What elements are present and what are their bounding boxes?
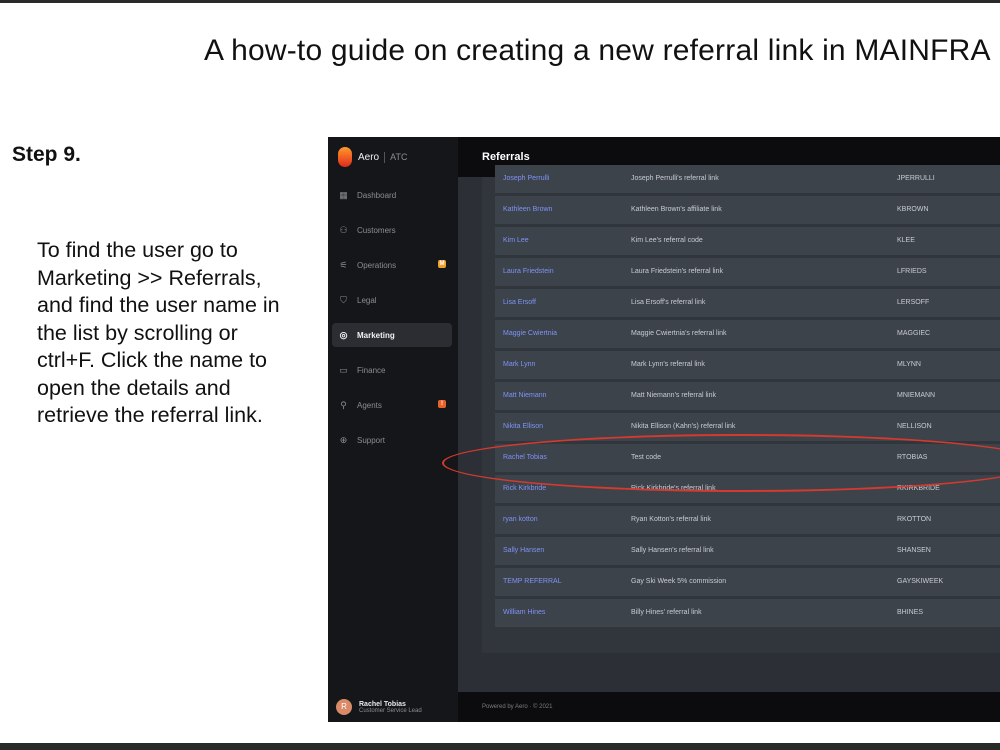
sidebar-item-customers[interactable]: ⚇ Customers bbox=[332, 218, 452, 242]
user-role: Customer Service Lead bbox=[359, 707, 422, 714]
agents-icon: ⚲ bbox=[340, 399, 347, 410]
notification-badge: M bbox=[438, 260, 446, 268]
referral-code: LFRIEDS bbox=[897, 268, 927, 275]
referral-description: Joseph Perrulli's referral link bbox=[631, 175, 719, 182]
step-instructions: To find the user go to Marketing >> Refe… bbox=[37, 238, 280, 427]
table-row[interactable]: Lisa Ersoff Lisa Ersoff's referral link LE… bbox=[495, 289, 1000, 317]
referral-name-link[interactable]: Kathleen Brown bbox=[503, 196, 552, 224]
sidebar-item-label: Agents bbox=[357, 400, 382, 410]
referral-code: KLEE bbox=[897, 237, 915, 244]
guide-title: A how-to guide on creating a new referra… bbox=[204, 34, 991, 67]
footer-text: Powered by Aero · © 2021 bbox=[482, 704, 553, 710]
table-row[interactable]: Kathleen Brown Kathleen Brown's affiliate… bbox=[495, 196, 1000, 224]
referral-code: MNIEMANN bbox=[897, 392, 936, 399]
referral-description: Sally Hansen's referral link bbox=[631, 547, 714, 554]
sidebar-item-dashboard[interactable]: ▦ Dashboard bbox=[332, 183, 452, 207]
referral-description: Ryan Kotton's referral link bbox=[631, 516, 711, 523]
sidebar-item-marketing[interactable]: ◎ Marketing bbox=[332, 323, 452, 347]
sidebar-item-label: Legal bbox=[357, 295, 377, 305]
sidebar-item-label: Operations bbox=[357, 260, 397, 270]
notification-badge: ! bbox=[438, 400, 446, 408]
referral-name-link[interactable]: Sally Hansen bbox=[503, 537, 544, 565]
referral-code: MAGGIEC bbox=[897, 330, 931, 337]
sidebar-item-agents[interactable]: ⚲ Agents! bbox=[332, 393, 452, 417]
referral-description: Matt Niemann's referral link bbox=[631, 392, 716, 399]
referral-code: NELLISON bbox=[897, 423, 932, 430]
referral-code: GAYSKIWEEK bbox=[897, 578, 944, 585]
table-row[interactable]: Sally Hansen Sally Hansen's referral link… bbox=[495, 537, 1000, 565]
dashboard-icon: ▦ bbox=[339, 189, 348, 200]
referral-description: Billy Hines' referral link bbox=[631, 609, 702, 616]
slide-top-border bbox=[0, 0, 1000, 3]
referral-description: Gay Ski Week 5% commission bbox=[631, 578, 727, 585]
sidebar-item-label: Marketing bbox=[357, 330, 395, 340]
referral-description: Mark Lynn's referral link bbox=[631, 361, 705, 368]
referral-description: Kim Lee's referral code bbox=[631, 237, 703, 244]
legal-icon: ⛉ bbox=[340, 294, 347, 305]
referral-name-link[interactable]: Kim Lee bbox=[503, 227, 529, 255]
referral-name-link[interactable]: Nikita Ellison bbox=[503, 413, 543, 441]
referral-name-link[interactable]: William Hines bbox=[503, 599, 545, 627]
table-row[interactable]: Joseph Perrulli Joseph Perrulli's referra… bbox=[495, 165, 1000, 193]
referral-code: LERSOFF bbox=[897, 299, 930, 306]
app-screenshot: Aero ATC ▦ Dashboard ⚇ Customers ⚟ Operations… bbox=[328, 137, 1000, 722]
brand-subtitle: ATC bbox=[390, 152, 408, 162]
table-row[interactable]: Matt Niemann Matt Niemann's referral link… bbox=[495, 382, 1000, 410]
sidebar: Aero ATC ▦ Dashboard ⚇ Customers ⚟ Operations… bbox=[328, 137, 458, 722]
table-row[interactable]: William Hines Billy Hines' referral link B… bbox=[495, 599, 1000, 627]
referral-name-link[interactable]: ryan kotton bbox=[503, 506, 538, 534]
sidebar-item-label: Support bbox=[357, 435, 386, 445]
table-row[interactable]: ryan kotton Ryan Kotton's referral link RK… bbox=[495, 506, 1000, 534]
referral-code: BHINES bbox=[897, 609, 924, 616]
finance-icon: ▭ bbox=[339, 364, 348, 375]
referral-name-link[interactable]: Matt Niemann bbox=[503, 382, 547, 410]
referral-name-link[interactable]: TEMP REFERRAL bbox=[503, 568, 562, 596]
referral-name-link[interactable]: Joseph Perrulli bbox=[503, 165, 549, 193]
referral-code: JPERRULLI bbox=[897, 175, 935, 182]
slide-bottom-border bbox=[0, 743, 1000, 750]
aero-logo-icon bbox=[338, 147, 352, 167]
avatar: R bbox=[336, 699, 352, 715]
sidebar-item-legal[interactable]: ⛉ Legal bbox=[332, 288, 452, 312]
customers-icon: ⚇ bbox=[339, 224, 348, 235]
footer-bar: Powered by Aero · © 2021 bbox=[458, 692, 1000, 722]
sidebar-item-label: Finance bbox=[357, 365, 386, 375]
referrals-table: Joseph Perrulli Joseph Perrulli's referra… bbox=[482, 165, 1000, 653]
table-row[interactable]: TEMP REFERRAL Gay Ski Week 5% commission G… bbox=[495, 568, 1000, 596]
user-profile[interactable]: R Rachel Tobias Customer Service Lead bbox=[328, 692, 458, 722]
operations-icon: ⚟ bbox=[339, 259, 348, 270]
referral-description: Maggie Cwiertnia's referral link bbox=[631, 330, 727, 337]
user-name: Rachel Tobias bbox=[359, 700, 406, 708]
step-label: Step 9. bbox=[12, 143, 81, 166]
support-icon: ⊕ bbox=[339, 434, 348, 445]
sidebar-item-finance[interactable]: ▭ Finance bbox=[332, 358, 452, 382]
referral-description: Laura Friedstein's referral link bbox=[631, 268, 723, 275]
referral-name-link[interactable]: Laura Friedstein bbox=[503, 258, 554, 286]
sidebar-item-operations[interactable]: ⚟ Operations M bbox=[332, 253, 452, 277]
referral-description: Kathleen Brown's affiliate link bbox=[631, 206, 722, 213]
table-row[interactable]: Kim Lee Kim Lee's referral code KLEE bbox=[495, 227, 1000, 255]
sidebar-item-support[interactable]: ⊕ Support bbox=[332, 428, 452, 452]
brand[interactable]: Aero ATC bbox=[338, 147, 407, 167]
referral-description: Lisa Ersoff's referral link bbox=[631, 299, 706, 306]
referral-code: KBROWN bbox=[897, 206, 929, 213]
table-row[interactable]: Mark Lynn Mark Lynn's referral link MLYNN bbox=[495, 351, 1000, 379]
marketing-icon: ◎ bbox=[339, 329, 348, 340]
table-row[interactable]: Laura Friedstein Laura Friedstein's refer… bbox=[495, 258, 1000, 286]
sidebar-item-label: Dashboard bbox=[357, 190, 397, 200]
brand-name: Aero bbox=[358, 151, 380, 163]
sidebar-item-label: Customers bbox=[357, 225, 396, 235]
referral-code: RKOTTON bbox=[897, 516, 932, 523]
referral-name-link[interactable]: Maggie Cwiertnia bbox=[503, 320, 557, 348]
referral-code: MLYNN bbox=[897, 361, 921, 368]
referral-name-link[interactable]: Lisa Ersoff bbox=[503, 289, 536, 317]
brand-divider bbox=[384, 151, 386, 163]
referral-code: SHANSEN bbox=[897, 547, 931, 554]
referral-name-link[interactable]: Mark Lynn bbox=[503, 351, 535, 379]
page-title: Referrals bbox=[482, 151, 530, 163]
table-row[interactable]: Maggie Cwiertnia Maggie Cwiertnia's refer… bbox=[495, 320, 1000, 348]
